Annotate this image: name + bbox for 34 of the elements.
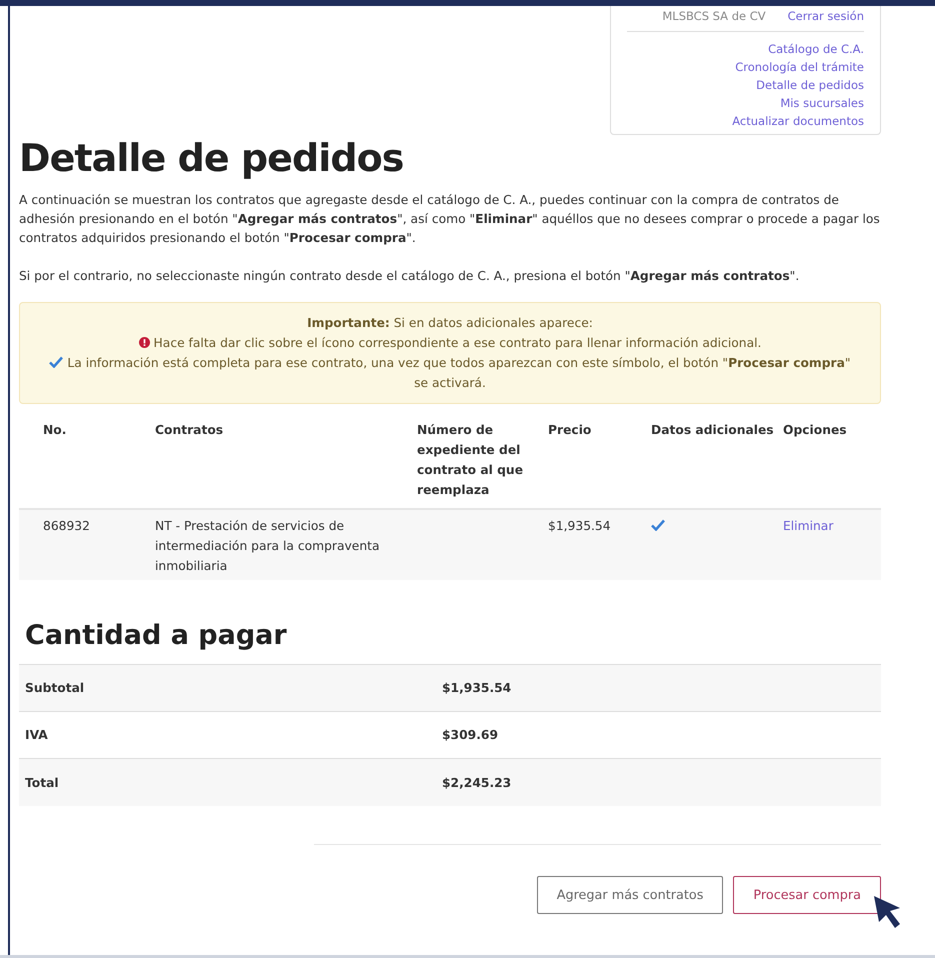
column-header: Datos adicionales — [651, 423, 774, 438]
nav-link[interactable]: Cronología del trámite — [735, 60, 864, 74]
company-name: MLSBCS SA de CV — [662, 8, 766, 25]
column-header: No. — [43, 423, 66, 438]
column-header: Contratos — [155, 423, 224, 438]
totals-value: $1,935.54 — [442, 680, 512, 698]
section-title: Cantidad a pagar — [25, 619, 288, 654]
totals-value: $2,245.23 — [442, 774, 512, 792]
nav-link[interactable]: Detalle de pedidos — [756, 78, 864, 92]
nav-link[interactable]: Actualizar documentos — [732, 114, 864, 128]
totals-value: $309.69 — [442, 727, 498, 744]
nav-link[interactable]: Catálogo de C.A. — [768, 42, 864, 56]
table-cell: NT - Prestación de servicios de intermediación para la compraventa inmobiliaria — [155, 519, 380, 574]
add-contracts-button[interactable]: Agregar más contratos — [536, 876, 724, 914]
process-purchase-button[interactable]: Procesar compra — [733, 876, 881, 914]
totals-label: IVA — [25, 728, 48, 742]
notice-text: La información está completa para ese contrato, una vez que todos aparezcan con este símbolo, el botón "Procesar compra" se activará. — [67, 356, 851, 390]
totals-label: Subtotal — [25, 681, 84, 696]
delete-link[interactable]: Eliminar — [783, 519, 834, 534]
page-title: Detalle de pedidos — [19, 135, 404, 182]
column-header: Número de expediente del contrato al que reemplaza — [417, 423, 524, 498]
alert-icon — [138, 337, 150, 348]
table-cell: $1,935.54 — [548, 519, 611, 534]
column-header: Opciones — [783, 423, 847, 438]
column-header: Precio — [548, 423, 592, 438]
nav-link[interactable]: Mis sucursales — [780, 96, 864, 110]
table-cell: 868932 — [43, 519, 90, 534]
intro-paragraph: A continuación se muestran los contratos que agregaste desde el catálogo de C. A., puedes continuar con la compra de contratos de adhesión presionando en el botón "Agregar más contratos", así como "Eliminar" aquéllos que no desees comprar o procede a pagar los contratos adquiridos presionando el botón "Procesar compra". — [19, 192, 881, 248]
logout-link[interactable]: Cerrar sesión — [788, 8, 864, 26]
check-icon — [49, 356, 64, 368]
notice-text: Hace falta dar clic sobre el ícono correspondiente a ese contrato para llenar información adicional. — [154, 336, 762, 350]
intro-paragraph: Si por el contrario, no seleccionaste ningún contrato desde el catálogo de C. A., presiona el botón "Agregar más contratos". — [19, 268, 800, 286]
notice-heading: Importante: Si en datos adicionales aparece: — [306, 315, 594, 332]
totals-label: Total — [25, 776, 59, 790]
